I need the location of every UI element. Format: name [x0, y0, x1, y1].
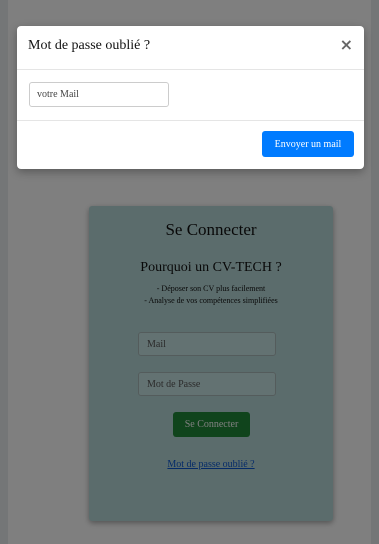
modal-body — [17, 70, 364, 121]
modal-title: Mot de passe oublié ? — [28, 38, 151, 53]
forgot-password-modal: Mot de passe oublié ? × Envoyer un mail — [17, 26, 364, 169]
recovery-email-input[interactable] — [29, 82, 169, 107]
close-icon[interactable]: × — [340, 35, 353, 55]
send-mail-button[interactable]: Envoyer un mail — [262, 131, 354, 157]
modal-header: Mot de passe oublié ? × — [17, 26, 364, 70]
modal-footer: Envoyer un mail — [17, 121, 364, 169]
